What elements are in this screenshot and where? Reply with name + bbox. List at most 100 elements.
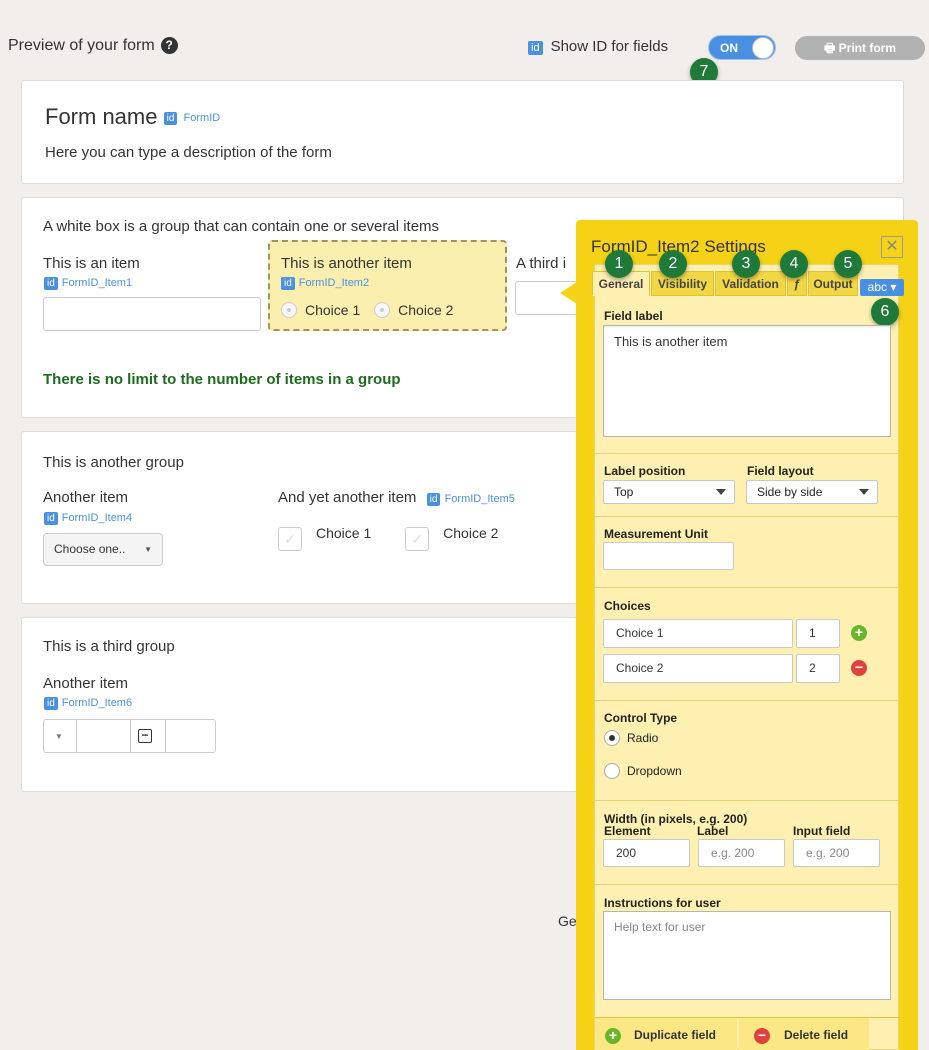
choice2-label: Choice 2 xyxy=(443,525,499,541)
item6-id: id FormID_Item6 xyxy=(44,697,132,710)
panel-pointer xyxy=(560,282,577,304)
badge-5: 5 xyxy=(834,250,862,278)
label-position-select[interactable]: Top xyxy=(603,480,735,504)
item1-id: id FormID_Item1 xyxy=(44,277,132,290)
choice-2-input[interactable]: Choice 2 xyxy=(603,654,793,683)
form-description: Here you can type a description of the f… xyxy=(45,144,332,161)
id-icon: id xyxy=(528,41,543,55)
group3-title: This is a third group xyxy=(43,638,175,655)
badge-3: 3 xyxy=(732,250,760,278)
divider xyxy=(76,720,77,752)
item1-input[interactable] xyxy=(43,297,261,331)
id-icon: id xyxy=(163,112,178,125)
section-divider xyxy=(595,800,900,801)
divider xyxy=(165,720,166,752)
id-icon: id xyxy=(426,493,441,506)
field-layout-heading: Field layout xyxy=(747,464,814,478)
item5-id: FormID_Item5 xyxy=(444,493,515,505)
choice1-label: Choice 1 xyxy=(316,525,372,541)
instructions-textarea[interactable]: Help text for user xyxy=(603,911,891,1000)
chevron-down-icon[interactable]: ▼ xyxy=(55,732,63,741)
item6-widget: ▼ − xyxy=(43,719,216,753)
badge-1: 1 xyxy=(605,250,633,278)
id-icon: id xyxy=(281,277,295,290)
chevron-down-icon: ▼ xyxy=(144,545,152,554)
toggle-on-label: ON xyxy=(720,41,738,55)
item3-label: A third i xyxy=(516,255,567,272)
tab-abc-dropdown[interactable]: abc ▾ xyxy=(860,279,904,296)
section-divider xyxy=(595,884,900,885)
item4-select[interactable]: Choose one.. ▼ xyxy=(43,533,163,566)
radio-control-radio[interactable] xyxy=(604,730,620,746)
width-label-heading: Label xyxy=(697,824,729,838)
tab-visibility[interactable]: Visibility xyxy=(651,271,714,296)
field-layout-value: Side by side xyxy=(757,485,823,499)
item5-choices: ✓ Choice 1 ✓ Choice 2 xyxy=(278,525,498,551)
checkbox-choice2[interactable]: ✓ xyxy=(405,527,430,551)
badge-2: 2 xyxy=(659,250,687,278)
item6-label: Another item xyxy=(43,675,129,692)
minus-circle-icon: − xyxy=(754,1028,770,1044)
field-layout-select[interactable]: Side by side xyxy=(746,480,878,504)
control-type-heading: Control Type xyxy=(604,711,678,725)
section-divider xyxy=(595,700,900,701)
duplicate-field-button[interactable]: + Duplicate field xyxy=(595,1018,737,1050)
item2-selected-box[interactable]: This is another item id FormID_Item2 Choi… xyxy=(268,240,507,331)
id-icon: id xyxy=(44,277,58,290)
add-choice-icon[interactable]: + xyxy=(851,625,867,641)
item2-id: id FormID_Item2 xyxy=(281,277,369,290)
radio-control-dropdown[interactable] xyxy=(604,763,620,779)
form-name: Form name id FormID xyxy=(45,104,220,130)
section-divider xyxy=(595,587,900,588)
field-label-textarea[interactable]: This is another item xyxy=(603,325,891,437)
chevron-down-icon xyxy=(716,489,726,495)
item2-label: This is another item xyxy=(281,255,412,272)
radio-choice1[interactable] xyxy=(281,302,297,318)
print-form-label: Print form xyxy=(838,41,896,55)
item4-label: Another item xyxy=(43,489,129,506)
choice-1-input[interactable]: Choice 1 xyxy=(603,619,793,648)
page-title: Preview of your form? xyxy=(8,37,178,55)
show-id-label: Show ID for fields xyxy=(550,38,669,55)
minus-icon[interactable]: − xyxy=(138,729,152,743)
item5-label: And yet another item id FormID_Item5 xyxy=(278,489,515,506)
badge-6: 6 xyxy=(871,298,899,326)
radio-choice2[interactable] xyxy=(374,302,391,318)
width-label-input[interactable]: e.g. 200 xyxy=(698,839,785,867)
item5-label-text: And yet another item xyxy=(278,489,417,506)
choice2-label: Choice 2 xyxy=(398,302,454,318)
choices-heading: Choices xyxy=(604,599,651,613)
divider xyxy=(130,720,131,752)
item4-select-value: Choose one.. xyxy=(54,542,126,556)
item6-id-text: FormID_Item6 xyxy=(61,697,133,709)
delete-field-label: Delete field xyxy=(784,1028,849,1042)
item1-id-text: FormID_Item1 xyxy=(61,277,133,289)
plus-icon: + xyxy=(605,1028,621,1044)
section-divider xyxy=(595,516,900,517)
item4-id-text: FormID_Item4 xyxy=(61,512,133,524)
radio-option-label: Radio xyxy=(627,731,659,745)
item4-id: id FormID_Item4 xyxy=(44,512,132,525)
label-position-heading: Label position xyxy=(604,464,686,478)
width-input-field-input[interactable]: e.g. 200 xyxy=(793,839,880,867)
checkbox-choice1[interactable]: ✓ xyxy=(278,527,302,551)
width-element-input[interactable]: 200 xyxy=(603,839,690,867)
printer-icon: 🖶 xyxy=(823,41,836,55)
show-id-toggle[interactable]: ON xyxy=(708,35,776,60)
question-circle-icon[interactable]: ? xyxy=(160,37,178,54)
item2-choices: Choice 1 Choice 2 xyxy=(281,302,453,318)
choice-2-value[interactable]: 2 xyxy=(796,654,840,683)
choice-1-value[interactable]: 1 xyxy=(796,619,840,648)
section-divider xyxy=(595,453,900,454)
remove-choice-icon[interactable]: − xyxy=(851,660,867,676)
chevron-down-icon xyxy=(859,489,869,495)
show-id-toggle-label: id Show ID for fields xyxy=(528,38,668,55)
delete-field-button[interactable]: − Delete field xyxy=(739,1018,869,1050)
page-title-text: Preview of your form xyxy=(8,37,155,54)
item1-label: This is an item xyxy=(43,255,140,272)
close-icon[interactable]: ✕ xyxy=(881,236,903,258)
measurement-unit-input[interactable] xyxy=(603,542,734,570)
width-input-heading: Input field xyxy=(793,824,851,838)
duplicate-field-label: Duplicate field xyxy=(634,1028,717,1042)
print-form-button[interactable]: 🖶 Print form xyxy=(795,36,925,60)
